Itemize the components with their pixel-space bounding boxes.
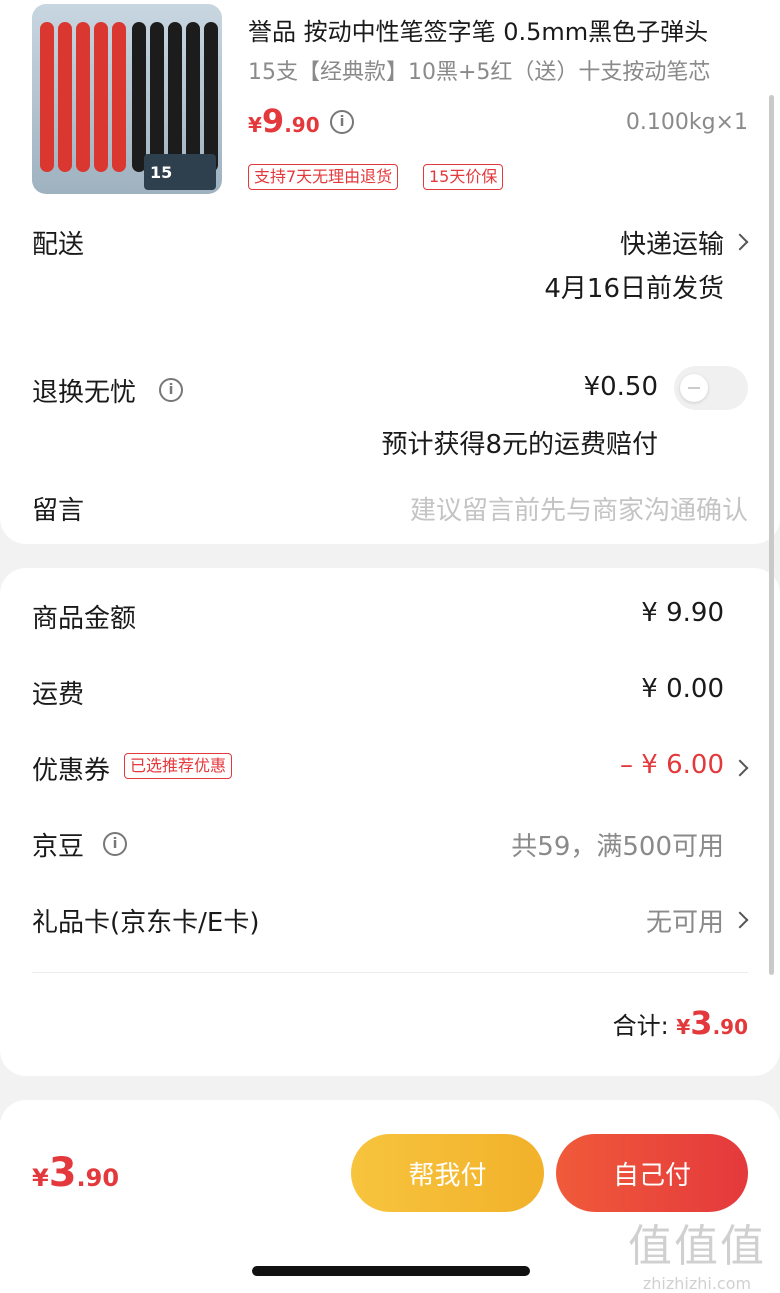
- scrollbar[interactable]: [769, 95, 774, 975]
- product-weight: 0.100kg×1: [625, 110, 748, 135]
- jingdou-label: 京豆: [32, 832, 85, 862]
- return-policy-tag: 支持7天无理由退货: [248, 164, 399, 190]
- return-worry-price: ¥0.50: [583, 372, 658, 402]
- watermark: 值值值 zhizhizhi.com: [622, 1210, 772, 1293]
- message-input[interactable]: 建议留言前先与商家沟通确认: [410, 490, 748, 527]
- total-label: 合计:: [612, 1012, 669, 1040]
- pen-image: [112, 22, 126, 172]
- total-decimal: .90: [712, 1015, 748, 1039]
- home-indicator[interactable]: [252, 1266, 530, 1276]
- shipping-label: 运费: [32, 680, 85, 710]
- delivery-method[interactable]: 快递运输: [620, 224, 724, 261]
- product-box-label: 15: [144, 154, 216, 190]
- coupon-value[interactable]: – ¥ 6.00: [620, 750, 724, 780]
- product-title[interactable]: 誉品 按动中性笔签字笔 0.5mm黑色子弹头: [248, 12, 758, 47]
- pen-image: [186, 22, 200, 172]
- pay-decimal: .90: [76, 1164, 120, 1192]
- total-currency: ¥: [676, 1015, 691, 1039]
- pay-myself-button[interactable]: 自己付: [556, 1134, 748, 1212]
- pen-image: [94, 22, 108, 172]
- total: 合计: ¥3.90: [613, 1004, 748, 1042]
- product-thumbnail[interactable]: 15: [32, 4, 222, 194]
- goods-amount-value: ¥ 9.90: [641, 598, 724, 628]
- return-worry-toggle[interactable]: [674, 366, 748, 410]
- total-integer: 3: [690, 1004, 713, 1042]
- giftcard-value[interactable]: 无可用: [646, 902, 724, 939]
- goods-amount-label: 商品金额: [32, 604, 137, 634]
- jingdou-value: 共59，满500可用: [511, 832, 724, 862]
- pen-image: [168, 22, 182, 172]
- pen-image: [204, 22, 218, 172]
- message-label: 留言: [32, 496, 85, 526]
- return-info-icon[interactable]: i: [159, 378, 183, 402]
- delivery-date: 4月16日前发货: [544, 274, 724, 304]
- return-worry-label: 退换无忧: [32, 378, 137, 408]
- summary-card: [0, 568, 780, 1076]
- pay-currency: ¥: [32, 1164, 49, 1192]
- pay-amount: ¥3.90: [32, 1150, 119, 1196]
- price-integer: 9: [261, 102, 285, 140]
- price-decimal: .90: [284, 113, 320, 137]
- price-protect-tag: 15天价保: [423, 164, 504, 190]
- product-spec[interactable]: 15支【经典款】10黑+5红（送）十支按动笔芯: [248, 54, 710, 86]
- help-me-pay-button[interactable]: 帮我付: [351, 1134, 544, 1212]
- watermark-url: zhizhizhi.com: [642, 1274, 752, 1293]
- pen-image: [150, 22, 164, 172]
- price-info-icon[interactable]: i: [330, 110, 354, 134]
- pen-image: [58, 22, 72, 172]
- toggle-knob: [680, 374, 708, 402]
- return-worry-note: 预计获得8元的运费赔付: [381, 430, 658, 460]
- coupon-label: 优惠券: [32, 756, 111, 786]
- pen-image: [76, 22, 90, 172]
- pen-image: [40, 22, 54, 172]
- total-price: ¥3.90: [676, 1004, 748, 1042]
- watermark-logo: 值值值: [628, 1221, 766, 1272]
- product-price: ¥9.90: [248, 102, 320, 140]
- pay-integer: 3: [48, 1150, 77, 1196]
- pen-image: [132, 22, 146, 172]
- price-currency: ¥: [248, 113, 262, 137]
- jingdou-info-icon[interactable]: i: [103, 832, 127, 856]
- giftcard-label: 礼品卡(京东卡/E卡): [32, 908, 260, 938]
- coupon-badge: 已选推荐优惠: [124, 753, 233, 779]
- shipping-value: ¥ 0.00: [641, 674, 724, 704]
- divider: [32, 972, 748, 973]
- delivery-label: 配送: [32, 230, 85, 260]
